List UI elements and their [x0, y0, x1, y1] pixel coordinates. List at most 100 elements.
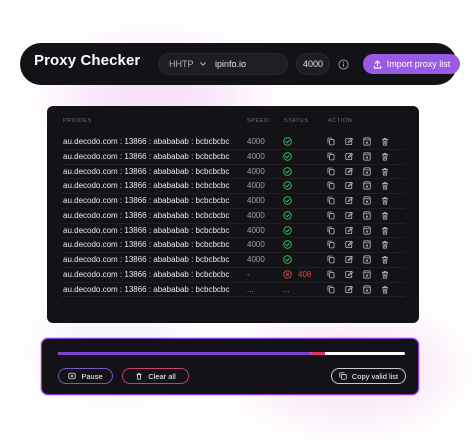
- header-bar: Proxy Checker HHTP 4000 Import proxy lis…: [20, 43, 460, 85]
- edit-icon[interactable]: [345, 167, 353, 176]
- trash-icon[interactable]: [381, 196, 389, 205]
- protocol-select[interactable]: HHTP: [159, 59, 207, 69]
- table-row: au.decodo.com : 13866 : abababab : bcbcb…: [47, 283, 419, 298]
- app-title: Proxy Checker: [34, 52, 141, 69]
- table-row: au.decodo.com : 13866 : abababab : bcbcb…: [47, 150, 419, 165]
- download-icon[interactable]: [363, 255, 371, 264]
- clear-all-button[interactable]: Clear all: [122, 368, 189, 384]
- proxy-status: ...: [283, 285, 290, 294]
- edit-icon[interactable]: [345, 255, 353, 264]
- check-circle-icon: [283, 225, 292, 235]
- trash-icon[interactable]: [381, 226, 389, 235]
- copy-icon[interactable]: [327, 196, 335, 205]
- download-icon[interactable]: [363, 226, 371, 235]
- edit-icon[interactable]: [345, 211, 353, 220]
- check-circle-icon: [283, 211, 292, 220]
- progress-fill-failed: [311, 352, 325, 355]
- download-icon[interactable]: [363, 270, 371, 279]
- edit-icon[interactable]: [345, 137, 353, 146]
- trash-icon[interactable]: [381, 240, 389, 249]
- protocol-value: HHTP: [169, 59, 194, 69]
- proxy-status: [283, 152, 292, 161]
- download-icon[interactable]: [363, 152, 371, 161]
- copy-icon[interactable]: [327, 211, 335, 220]
- upload-icon: [373, 59, 381, 69]
- edit-icon[interactable]: [345, 152, 353, 161]
- check-controls-panel: Pause Clear all Copy valid list: [41, 338, 419, 395]
- pause-button[interactable]: Pause: [58, 368, 113, 384]
- edit-icon[interactable]: [345, 270, 353, 279]
- edit-icon[interactable]: [345, 285, 353, 294]
- progress-bar: [58, 352, 405, 355]
- row-actions: [327, 167, 389, 176]
- proxy-table: PROXIES SPEED STATUS ACTION au.decodo.co…: [47, 106, 419, 323]
- proxy-address: au.decodo.com : 13866 : abababab : bcbcb…: [63, 137, 230, 146]
- check-circle-icon: [283, 181, 292, 190]
- proxy-speed: 4000: [247, 137, 265, 146]
- trash-icon[interactable]: [381, 255, 389, 264]
- trash-icon: [136, 373, 142, 380]
- proxy-address: au.decodo.com : 13866 : abababab : bcbcb…: [63, 196, 230, 205]
- progress-fill-done: [58, 352, 311, 355]
- copy-icon[interactable]: [327, 152, 335, 161]
- check-circle-icon: [283, 152, 292, 161]
- download-icon[interactable]: [363, 211, 371, 220]
- proxy-speed: -: [247, 269, 250, 279]
- trash-icon[interactable]: [381, 152, 389, 161]
- info-icon[interactable]: [338, 59, 349, 70]
- import-proxy-list-button[interactable]: Import proxy list: [363, 54, 460, 74]
- copy-icon[interactable]: [327, 167, 335, 176]
- trash-icon[interactable]: [381, 181, 389, 190]
- proxy-speed: 4000: [247, 196, 265, 205]
- edit-icon[interactable]: [345, 240, 353, 249]
- check-circle-icon: [283, 137, 292, 146]
- row-actions: [327, 270, 389, 279]
- chevron-down-icon: [199, 62, 206, 66]
- url-group: HHTP: [158, 53, 288, 75]
- download-icon[interactable]: [363, 167, 371, 176]
- trash-icon[interactable]: [381, 137, 389, 146]
- check-circle-icon: [283, 255, 292, 264]
- trash-icon[interactable]: [381, 270, 389, 279]
- proxy-speed: 4000: [247, 240, 265, 250]
- proxy-speed: 4000: [247, 225, 265, 235]
- copy-icon[interactable]: [327, 137, 335, 146]
- trash-icon[interactable]: [381, 167, 389, 176]
- download-icon[interactable]: [363, 196, 371, 205]
- row-actions: [327, 226, 389, 235]
- edit-icon[interactable]: [345, 196, 353, 205]
- proxy-status: [283, 240, 292, 249]
- status-pending: ...: [283, 284, 290, 294]
- proxy-address: au.decodo.com : 13866 : abababab : bcbcb…: [63, 255, 230, 264]
- edit-icon[interactable]: [345, 226, 353, 235]
- copy-icon[interactable]: [327, 285, 335, 294]
- table-row: au.decodo.com : 13866 : abababab : bcbcb…: [47, 179, 419, 194]
- row-actions: [327, 240, 389, 249]
- timeout-input[interactable]: 4000: [296, 53, 330, 75]
- proxy-address: au.decodo.com : 13866 : abababab : bcbcb…: [63, 166, 230, 176]
- row-actions: [327, 152, 389, 161]
- proxy-address: au.decodo.com : 13866 : abababab : bcbcb…: [63, 225, 230, 235]
- copy-icon[interactable]: [327, 240, 335, 249]
- download-icon[interactable]: [363, 181, 371, 190]
- url-input[interactable]: [207, 59, 277, 69]
- download-icon[interactable]: [363, 285, 371, 294]
- copy-valid-list-button[interactable]: Copy valid list: [331, 368, 406, 384]
- copy-icon[interactable]: [327, 270, 335, 279]
- copy-valid-list-label: Copy valid list: [351, 371, 399, 381]
- proxy-address: au.decodo.com : 13866 : abababab : bcbcb…: [63, 210, 230, 220]
- table-row: au.decodo.com : 13866 : abababab : bcbcb…: [47, 253, 419, 268]
- trash-icon[interactable]: [381, 211, 389, 220]
- copy-icon[interactable]: [327, 226, 335, 235]
- proxy-status: 408: [283, 270, 311, 279]
- download-icon[interactable]: [363, 137, 371, 146]
- edit-icon[interactable]: [345, 181, 353, 190]
- trash-icon[interactable]: [381, 285, 389, 294]
- proxy-status: [283, 137, 292, 146]
- table-row: au.decodo.com : 13866 : abababab : bcbcb…: [47, 209, 419, 224]
- download-icon[interactable]: [363, 240, 371, 249]
- copy-icon[interactable]: [327, 255, 335, 264]
- proxy-speed: 4000: [247, 181, 265, 191]
- status-code: 408: [298, 269, 312, 279]
- copy-icon[interactable]: [327, 181, 335, 190]
